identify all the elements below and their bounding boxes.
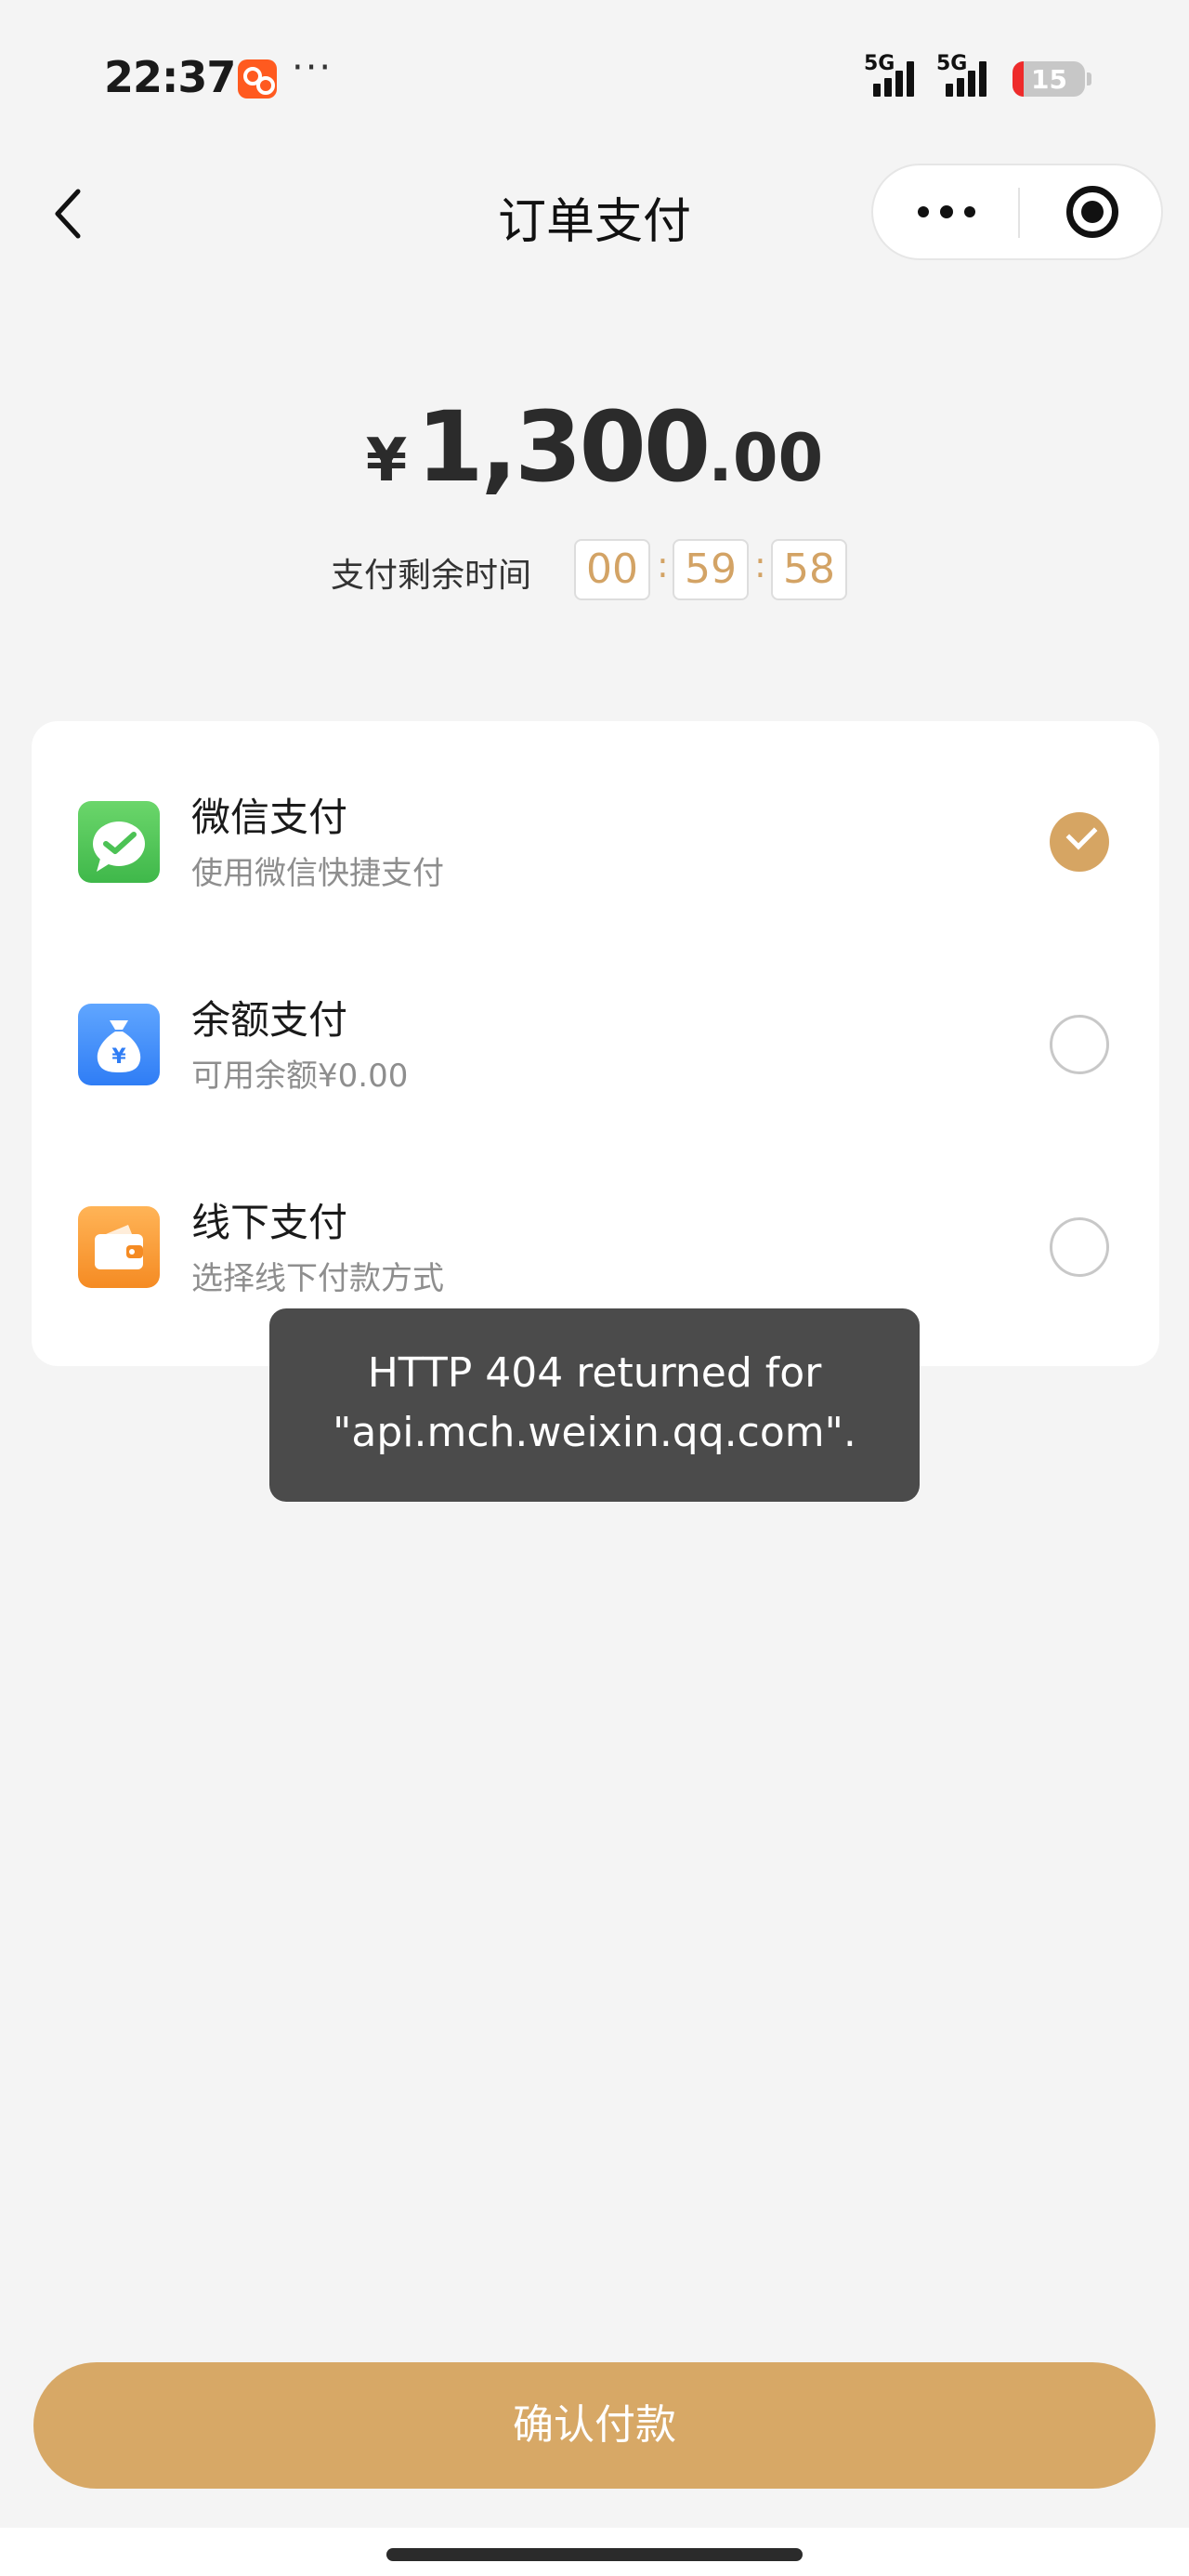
mini-program-capsule (871, 164, 1163, 260)
money-bag-icon: ¥ (78, 1004, 160, 1085)
battery-percent: 15 (1031, 64, 1067, 95)
countdown-seconds: 58 (771, 539, 847, 600)
battery-tip (1087, 72, 1091, 85)
wallet-icon (78, 1206, 160, 1288)
payment-method-subtitle: 可用余额¥0.00 (191, 1058, 409, 1095)
payment-method-wechat[interactable]: 微信支付 使用微信快捷支付 (32, 721, 1159, 924)
countdown-separator: : (754, 545, 766, 585)
payment-method-subtitle: 使用微信快捷支付 (191, 855, 444, 892)
status-bar: 22:37 ··· 5G 5G 15 (0, 0, 1189, 149)
amount-decimal: .00 (708, 420, 824, 496)
selected-check-icon[interactable] (1050, 812, 1109, 872)
payment-method-title: 线下支付 (191, 1200, 348, 1245)
signal-5g-2-icon: 5G (936, 52, 998, 97)
battery-level (1013, 61, 1024, 97)
payment-amount: ¥1,300.00 (0, 390, 1189, 504)
app-notification-icon (238, 59, 277, 99)
order-payment-screen: 22:37 ··· 5G 5G 15 订单支付 ¥1,300.00 支付剩余时间… (0, 0, 1189, 2576)
svg-text:¥: ¥ (111, 1045, 126, 1069)
status-time: 22:37 (104, 52, 236, 102)
mini-program-close-icon[interactable] (1020, 165, 1163, 258)
signal-5g-1-icon: 5G (864, 52, 925, 97)
countdown-hours: 00 (574, 539, 650, 600)
payment-method-title: 微信支付 (191, 795, 348, 840)
payment-method-balance[interactable]: ¥ 余额支付 可用余额¥0.00 (32, 924, 1159, 1126)
payment-method-subtitle: 选择线下付款方式 (191, 1260, 444, 1297)
wechat-pay-icon (78, 801, 160, 883)
confirm-payment-button[interactable]: 确认付款 (33, 2362, 1156, 2489)
payment-method-offline[interactable]: 线下支付 选择线下付款方式 (32, 1126, 1159, 1329)
toast-line-1: HTTP 404 returned for (367, 1349, 822, 1397)
more-dots-icon[interactable] (873, 165, 1018, 258)
unselected-radio[interactable] (1050, 1015, 1109, 1074)
home-indicator[interactable] (386, 2548, 803, 2561)
payment-methods-card: 微信支付 使用微信快捷支付 ¥ 余额支付 可用余额¥0.00 线下支付 选择线下… (32, 721, 1159, 1366)
error-toast: HTTP 404 returned for "api.mch.weixin.qq… (269, 1308, 920, 1502)
countdown-minutes: 59 (673, 539, 749, 600)
more-notifications-indicator: ··· (292, 46, 333, 89)
payment-method-title: 余额支付 (191, 997, 348, 1043)
amount-integer: 1,300 (416, 390, 711, 504)
countdown-separator: : (657, 545, 669, 585)
battery-icon: 15 (1013, 61, 1085, 97)
currency-symbol: ¥ (365, 427, 408, 495)
countdown-label: 支付剩余时间 (331, 557, 532, 595)
unselected-radio[interactable] (1050, 1217, 1109, 1277)
toast-line-2: "api.mch.weixin.qq.com". (333, 1409, 856, 1456)
